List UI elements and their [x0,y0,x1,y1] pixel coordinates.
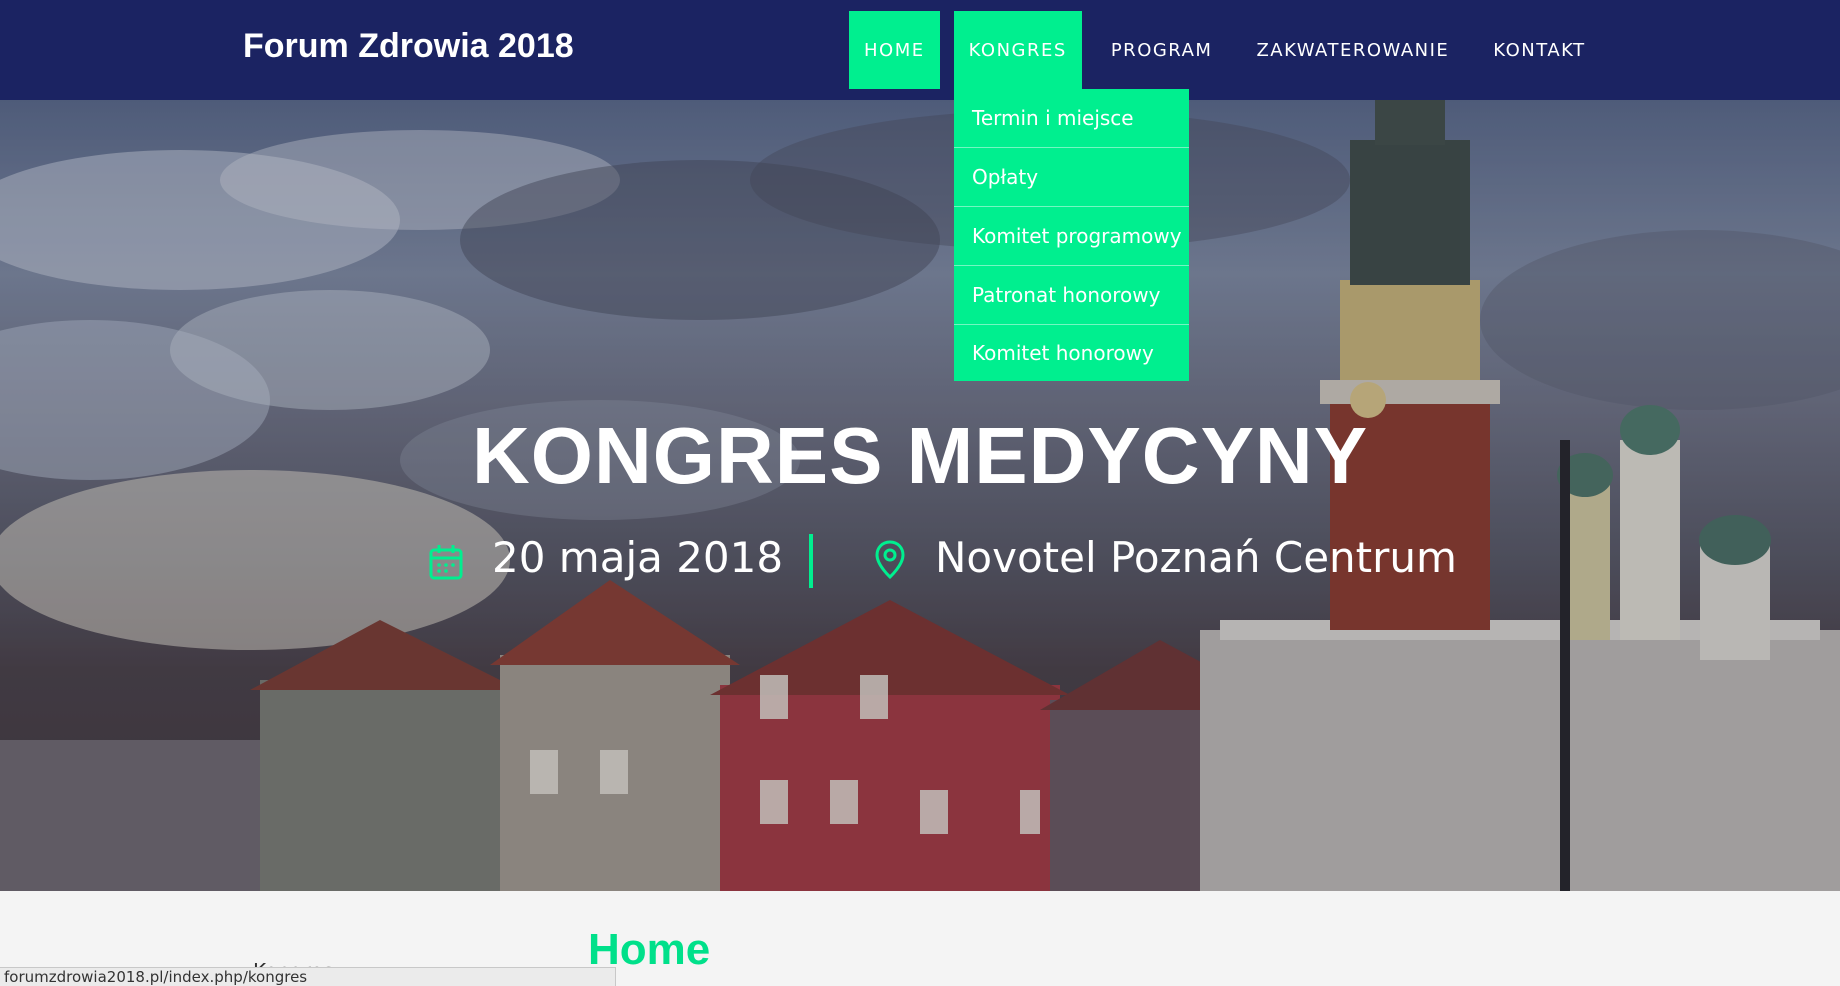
hero-banner: KONGRES MEDYCYNY 20 maja 2018 Novotel Po… [0,100,1840,891]
dropdown-item-oplaty[interactable]: Opłaty [954,148,1189,207]
dropdown-item-patronat[interactable]: Patronat honorowy [954,266,1189,325]
calendar-icon [429,545,463,580]
nav-item-kongres[interactable]: KONGRES [953,11,1082,89]
dropdown-item-termin[interactable]: Termin i miejsce [954,89,1189,148]
dropdown-item-komitet-programowy[interactable]: Komitet programowy [954,207,1189,266]
nav-item-program[interactable]: PROGRAM [1096,11,1228,89]
dropdown-item-komitet-honorowy[interactable]: Komitet honorowy [954,325,1189,381]
meta-divider [809,534,813,588]
event-location: Novotel Poznań Centrum [935,533,1457,582]
site-brand[interactable]: Forum Zdrowia 2018 [243,27,574,66]
top-navbar: Forum Zdrowia 2018 HOME KONGRES PROGRAM … [0,0,1840,100]
kongres-dropdown-menu: Termin i miejsce Opłaty Komitet programo… [954,89,1189,381]
event-date: 20 maja 2018 [492,533,784,582]
browser-status-bar: forumzdrowia2018.pl/index.php/kongres [0,967,616,986]
main-nav: HOME KONGRES PROGRAM ZAKWATEROWANIE KONT… [849,11,1615,89]
hero-title: KONGRES MEDYCYNY [471,411,1369,500]
nav-item-zakwaterowanie[interactable]: ZAKWATEROWANIE [1241,11,1464,89]
map-pin-icon [875,540,905,580]
nav-item-kontakt[interactable]: KONTAKT [1478,11,1600,89]
nav-item-home[interactable]: HOME [849,11,940,89]
